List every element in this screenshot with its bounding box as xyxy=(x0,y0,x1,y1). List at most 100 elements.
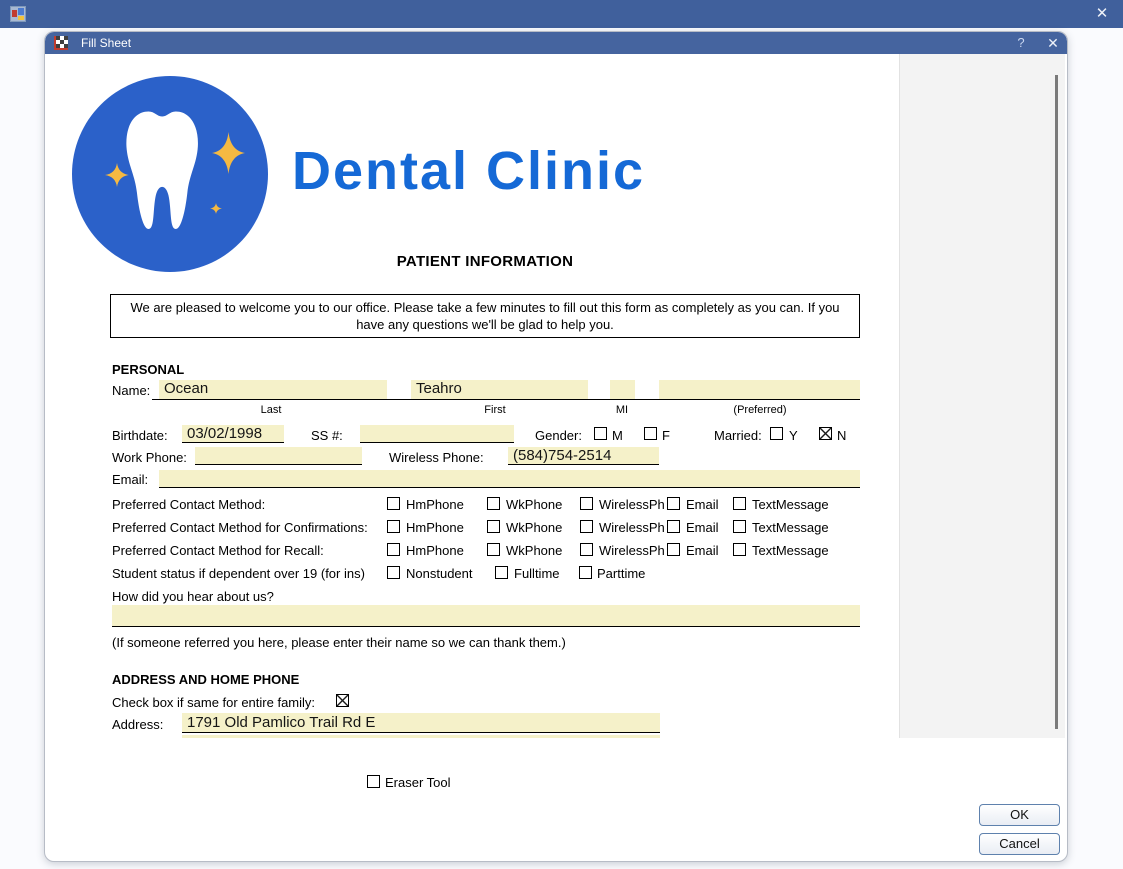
confirm-textmessage-label: TextMessage xyxy=(752,520,829,535)
address-field[interactable]: 1791 Old Pamlico Trail Rd E xyxy=(182,713,660,733)
confirm-wkphone-checkbox[interactable] xyxy=(487,520,500,533)
vertical-scrollbar[interactable] xyxy=(1055,75,1058,729)
recall-email-label: Email xyxy=(686,543,719,558)
app-icon xyxy=(10,6,26,22)
form-viewport: Dental Clinic PATIENT INFORMATION We are… xyxy=(46,54,1068,738)
student-parttime-checkbox[interactable] xyxy=(579,566,592,579)
work-phone-field[interactable] xyxy=(195,447,362,465)
student-nonstudent-label: Nonstudent xyxy=(406,566,473,581)
eraser-tool-label: Eraser Tool xyxy=(385,775,451,790)
middle-initial-field[interactable] xyxy=(610,380,635,399)
name-label: Name: xyxy=(112,383,150,398)
contact-wkphone-checkbox[interactable] xyxy=(487,497,500,510)
married-yes-label: Y xyxy=(789,428,798,443)
married-no-label: N xyxy=(837,428,846,443)
preferred-caption: (Preferred) xyxy=(710,404,810,416)
ss-field[interactable] xyxy=(360,425,514,443)
ss-label: SS #: xyxy=(311,428,343,443)
student-nonstudent-checkbox[interactable] xyxy=(387,566,400,579)
cancel-button[interactable]: Cancel xyxy=(979,833,1060,855)
recall-method-label: Preferred Contact Method for Recall: xyxy=(112,543,324,558)
eraser-tool-checkbox[interactable] xyxy=(367,775,380,788)
first-caption: First xyxy=(455,404,535,416)
recall-wirelessph-label: WirelessPh xyxy=(599,543,665,558)
birthdate-label: Birthdate: xyxy=(112,428,168,443)
fill-sheet-icon xyxy=(54,36,68,50)
help-icon[interactable]: ? xyxy=(1013,35,1029,50)
contact-wkphone-label: WkPhone xyxy=(506,497,562,512)
confirm-wirelessph-label: WirelessPh xyxy=(599,520,665,535)
contact-wirelessph-label: WirelessPh xyxy=(599,497,665,512)
welcome-message: We are pleased to welcome you to our off… xyxy=(110,294,860,338)
referral-note: (If someone referred you here, please en… xyxy=(112,635,566,650)
gender-male-checkbox[interactable] xyxy=(594,427,607,440)
married-no-checkbox[interactable] xyxy=(819,427,832,440)
recall-email-checkbox[interactable] xyxy=(667,543,680,556)
confirm-textmessage-checkbox[interactable] xyxy=(733,520,746,533)
contact-hmphone-label: HmPhone xyxy=(406,497,464,512)
confirm-email-label: Email xyxy=(686,520,719,535)
confirm-wkphone-label: WkPhone xyxy=(506,520,562,535)
contact-textmessage-label: TextMessage xyxy=(752,497,829,512)
preferred-name-field[interactable] xyxy=(659,380,860,399)
work-phone-label: Work Phone: xyxy=(112,450,187,465)
gender-male-label: M xyxy=(612,428,623,443)
recall-wirelessph-checkbox[interactable] xyxy=(580,543,593,556)
dialog-title: Fill Sheet xyxy=(81,36,131,50)
viewport-background xyxy=(899,54,1065,738)
married-yes-checkbox[interactable] xyxy=(770,427,783,440)
contact-email-label: Email xyxy=(686,497,719,512)
last-caption: Last xyxy=(231,404,311,416)
confirm-wirelessph-checkbox[interactable] xyxy=(580,520,593,533)
student-status-label: Student status if dependent over 19 (for… xyxy=(112,566,365,581)
contact-method-label: Preferred Contact Method: xyxy=(112,497,265,512)
fill-sheet-dialog: Fill Sheet ? ✕ Dental Clinic PATIENT INF… xyxy=(44,31,1068,862)
dialog-titlebar[interactable]: Fill Sheet ? ✕ xyxy=(45,32,1067,54)
next-field-clipped xyxy=(182,735,660,738)
wireless-phone-label: Wireless Phone: xyxy=(389,450,484,465)
married-label: Married: xyxy=(714,428,762,443)
student-fulltime-label: Fulltime xyxy=(514,566,560,581)
student-fulltime-checkbox[interactable] xyxy=(495,566,508,579)
family-same-label: Check box if same for entire family: xyxy=(112,695,315,710)
recall-hmphone-label: HmPhone xyxy=(406,543,464,558)
birthdate-field[interactable]: 03/02/1998 xyxy=(182,425,284,443)
patient-form-sheet: Dental Clinic PATIENT INFORMATION We are… xyxy=(46,54,899,738)
gender-female-label: F xyxy=(662,428,670,443)
contact-email-checkbox[interactable] xyxy=(667,497,680,510)
patient-information-heading: PATIENT INFORMATION xyxy=(110,253,860,270)
window-close-icon[interactable]: ✕ xyxy=(1091,4,1113,24)
ok-button[interactable]: OK xyxy=(979,804,1060,826)
gender-label: Gender: xyxy=(535,428,582,443)
recall-wkphone-checkbox[interactable] xyxy=(487,543,500,556)
wireless-phone-field[interactable]: (584)754-2514 xyxy=(508,447,659,465)
clinic-name: Dental Clinic xyxy=(292,140,645,202)
contact-textmessage-checkbox[interactable] xyxy=(733,497,746,510)
confirm-hmphone-label: HmPhone xyxy=(406,520,464,535)
recall-hmphone-checkbox[interactable] xyxy=(387,543,400,556)
outer-titlebar[interactable]: ✕ xyxy=(0,0,1123,28)
recall-wkphone-label: WkPhone xyxy=(506,543,562,558)
name-underline xyxy=(152,399,860,400)
contact-wirelessph-checkbox[interactable] xyxy=(580,497,593,510)
section-address: ADDRESS AND HOME PHONE xyxy=(112,672,299,687)
gender-female-checkbox[interactable] xyxy=(644,427,657,440)
confirm-hmphone-checkbox[interactable] xyxy=(387,520,400,533)
mi-caption: MI xyxy=(602,404,642,416)
family-same-checkbox[interactable] xyxy=(336,694,349,707)
confirm-email-checkbox[interactable] xyxy=(667,520,680,533)
last-name-field[interactable]: Ocean xyxy=(159,380,387,399)
student-parttime-label: Parttime xyxy=(597,566,645,581)
first-name-field[interactable]: Teahro xyxy=(411,380,588,399)
dialog-close-icon[interactable]: ✕ xyxy=(1044,35,1062,52)
app-window: ✕ Fill Sheet ? ✕ xyxy=(0,0,1123,869)
email-label: Email: xyxy=(112,472,148,487)
hear-about-label: How did you hear about us? xyxy=(112,589,274,604)
hear-about-field[interactable] xyxy=(112,605,860,627)
confirmations-method-label: Preferred Contact Method for Confirmatio… xyxy=(112,520,368,535)
address-label: Address: xyxy=(112,717,163,732)
email-field[interactable] xyxy=(159,470,860,488)
dental-clinic-logo-icon xyxy=(72,76,268,272)
recall-textmessage-checkbox[interactable] xyxy=(733,543,746,556)
contact-hmphone-checkbox[interactable] xyxy=(387,497,400,510)
